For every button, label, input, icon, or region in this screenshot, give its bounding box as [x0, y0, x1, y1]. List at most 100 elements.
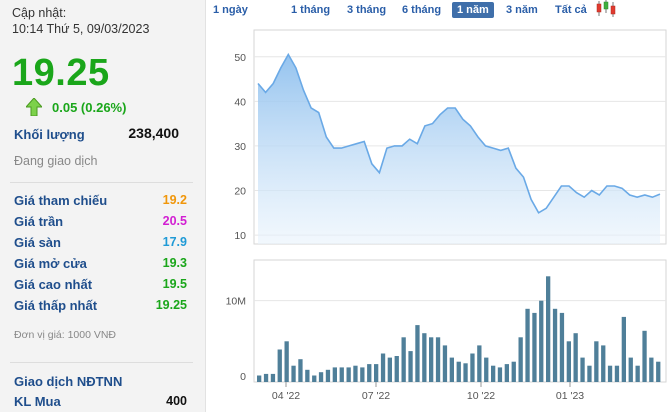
y-tick-label: 40	[234, 96, 246, 108]
foreign-buy-label: KL Mua	[14, 394, 61, 409]
divider	[10, 362, 193, 363]
volume-bar	[380, 353, 386, 382]
stat-value: 17.9	[162, 235, 187, 249]
price-change: 0.05 (0.26%)	[52, 100, 127, 115]
arrow-up-icon	[26, 98, 42, 116]
tab-period[interactable]: 1 ngày	[208, 2, 253, 18]
stat-label: Giá tham chiếu	[14, 193, 108, 208]
volume-bar	[442, 345, 448, 382]
volume-bar	[463, 363, 468, 382]
volume-bar	[518, 337, 523, 382]
tab-period[interactable]: 1 năm	[452, 2, 494, 18]
volume-bar	[415, 325, 420, 382]
volume-bar	[484, 357, 489, 382]
volume-bar	[374, 364, 379, 382]
volume-bar	[305, 369, 310, 382]
volume-bar	[532, 312, 537, 382]
volume-bar	[594, 341, 599, 382]
volume-bar	[539, 300, 544, 382]
y-tick-label: 20	[234, 186, 246, 198]
y-tick-label: 30	[234, 141, 246, 153]
y-tick-label: 10	[234, 230, 246, 242]
price-chart: 10 20 30 40 50	[234, 29, 667, 245]
divider	[10, 182, 193, 183]
volume-bar	[284, 341, 289, 382]
volume-bar	[422, 333, 427, 382]
stat-value: 19.5	[162, 277, 187, 291]
volume-bar	[491, 365, 496, 382]
stat-label: Giá thấp nhất	[14, 298, 98, 313]
current-price: 19.25	[12, 52, 110, 94]
volume-bar	[580, 357, 585, 382]
stat-label: Giá trần	[14, 214, 64, 229]
volume-bar	[263, 373, 269, 382]
volume-bar	[587, 365, 592, 382]
volume-bar	[456, 361, 461, 382]
volume-bar	[607, 365, 613, 382]
volume-chart: 0 10M 04 '22 07 '22 10 '22 01 '23	[226, 259, 667, 402]
foreign-trade-title: Giao dịch NĐTNN	[14, 374, 123, 389]
y-tick-label: 10M	[226, 296, 246, 308]
volume-bar	[511, 361, 516, 382]
volume-bar	[656, 361, 661, 382]
volume-bar	[394, 356, 399, 382]
volume-bar	[470, 353, 475, 382]
volume-bar	[401, 337, 406, 382]
volume-bar	[270, 373, 276, 382]
volume-bar	[435, 337, 441, 382]
volume-bar	[449, 357, 454, 382]
stat-value: 19.2	[162, 193, 187, 207]
stat-label: Giá cao nhất	[14, 277, 93, 292]
updated-label: Cập nhật:	[12, 6, 67, 20]
tab-period[interactable]: 1 tháng	[286, 2, 335, 18]
y-tick-label: 50	[234, 52, 246, 64]
volume-bar	[504, 364, 509, 382]
stat-value: 19.3	[162, 256, 187, 270]
stat-value: 20.5	[162, 214, 187, 228]
volume-bar	[353, 365, 358, 382]
volume-bar	[387, 357, 392, 382]
x-tick-label: 04 '22	[272, 390, 300, 402]
volume-bar	[628, 357, 633, 382]
volume-bar	[312, 375, 317, 382]
volume-bar	[291, 365, 296, 382]
volume-bar	[525, 308, 530, 382]
volume-bar	[332, 367, 337, 382]
volume-bar	[552, 308, 558, 382]
tab-period[interactable]: 6 tháng	[397, 2, 446, 18]
volume-bar	[546, 276, 551, 382]
x-tick-label: 10 '22	[467, 390, 495, 402]
stat-label: Giá sàn	[14, 235, 61, 250]
tab-period[interactable]: Tất cả	[550, 2, 592, 18]
y-tick-label: 0	[240, 371, 246, 383]
volume-bar	[325, 369, 331, 382]
volume-bar	[477, 345, 482, 382]
volume-bar	[360, 367, 365, 382]
volume-bar	[642, 330, 647, 382]
candlestick-icon[interactable]	[596, 0, 618, 18]
volume-bar	[367, 364, 372, 382]
trading-status: Đang giao dịch	[14, 154, 98, 168]
volume-bar	[573, 333, 578, 382]
volume-bar	[601, 345, 606, 382]
volume-bar	[614, 365, 620, 382]
volume-bar	[559, 312, 565, 382]
foreign-buy-value: 400	[166, 394, 187, 408]
volume-bar	[497, 367, 503, 382]
volume-bar	[649, 357, 654, 382]
volume-bar	[408, 351, 413, 382]
updated-time: 10:14 Thứ 5, 09/03/2023	[12, 22, 150, 36]
tab-period[interactable]: 3 năm	[501, 2, 543, 18]
volume-bar	[429, 337, 434, 382]
volume-bar	[621, 316, 626, 382]
tab-period[interactable]: 3 tháng	[342, 2, 391, 18]
volume-bar	[566, 341, 571, 382]
volume-bar	[318, 372, 324, 382]
volume-bar	[257, 375, 262, 382]
volume-value: 238,400	[128, 125, 179, 141]
stat-value: 19.25	[155, 298, 187, 312]
stat-label: Giá mở cửa	[14, 256, 87, 271]
volume-bar	[339, 367, 344, 382]
quote-panel: Cập nhật: 10:14 Thứ 5, 09/03/2023 19.25 …	[0, 0, 206, 412]
x-tick-label: 01 '23	[556, 390, 584, 402]
